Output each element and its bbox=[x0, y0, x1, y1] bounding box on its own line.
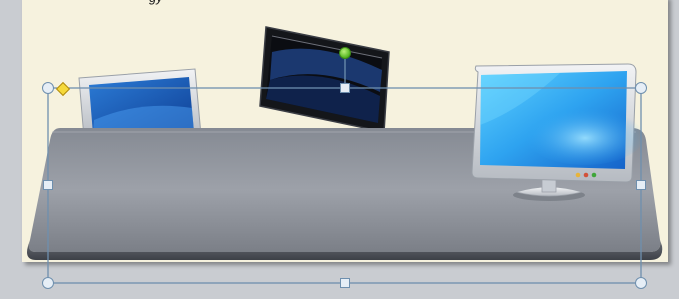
resize-handle-top[interactable] bbox=[340, 83, 350, 93]
tablet-clipart bbox=[259, 26, 390, 133]
resize-handle-top-left[interactable] bbox=[42, 82, 54, 94]
clipart-illustration[interactable] bbox=[0, 0, 679, 299]
resize-handle-bottom-right[interactable] bbox=[635, 277, 647, 289]
resize-handle-left[interactable] bbox=[43, 180, 53, 190]
rotation-handle[interactable] bbox=[339, 47, 351, 59]
resize-handle-right[interactable] bbox=[636, 180, 646, 190]
resize-handle-bottom[interactable] bbox=[340, 278, 350, 288]
laptop-clipart bbox=[78, 68, 202, 139]
resize-handle-top-right[interactable] bbox=[635, 82, 647, 94]
resize-handle-bottom-left[interactable] bbox=[42, 277, 54, 289]
editing-canvas[interactable]: gy bbox=[0, 0, 679, 299]
